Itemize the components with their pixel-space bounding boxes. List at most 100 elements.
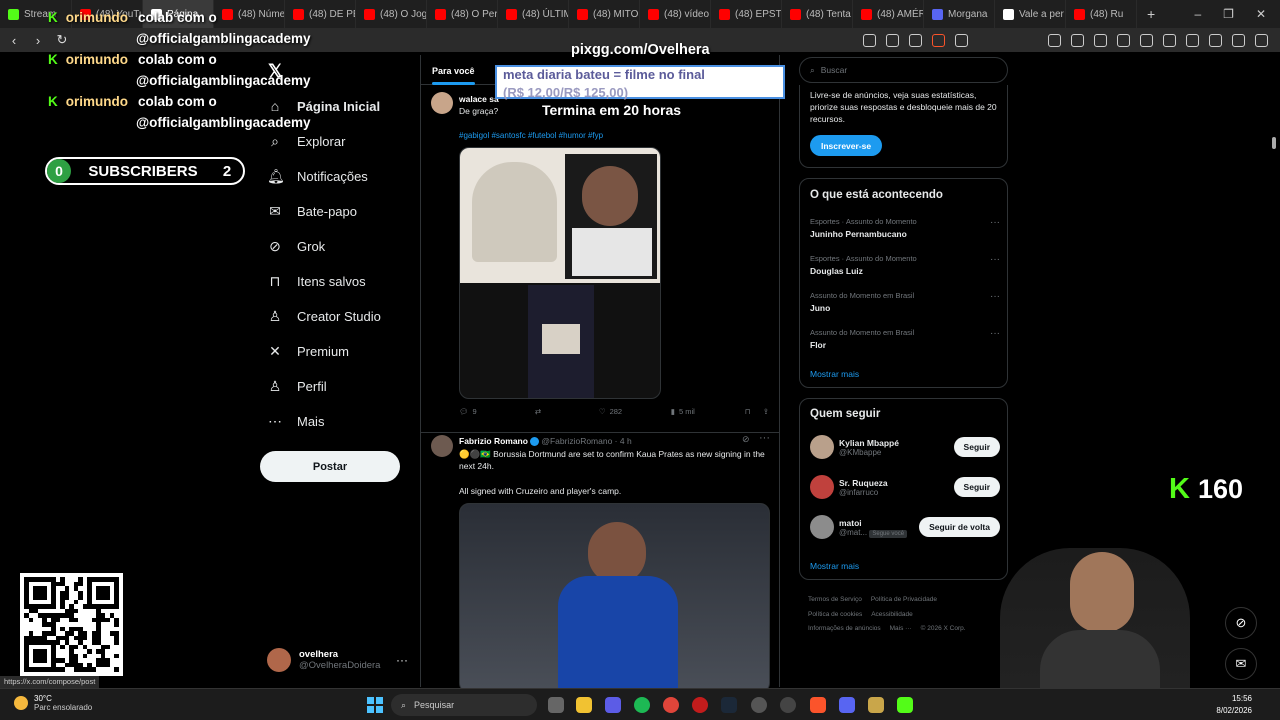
show-more-link[interactable]: Mostrar mais — [810, 561, 859, 571]
browser-tab[interactable]: (48) EPSTE — [711, 0, 782, 28]
follow-suggestion[interactable]: matoi @mat... Segue você Seguir de volta — [810, 515, 1000, 539]
nav-item-creator[interactable]: ♙ Creator Studio — [267, 308, 381, 324]
more-icon[interactable]: ··· — [990, 291, 1000, 302]
wallet-icon[interactable] — [1186, 33, 1199, 47]
minimize-icon[interactable]: – — [1194, 7, 1201, 21]
leo-icon[interactable] — [1209, 33, 1222, 47]
reload-icon[interactable]: ↻ — [52, 32, 72, 48]
steam-icon[interactable] — [721, 697, 737, 713]
footer-link[interactable]: Informações de anúncios — [808, 625, 881, 632]
search-input[interactable]: ⌕ Buscar — [799, 57, 1008, 83]
app-icon[interactable] — [868, 697, 884, 713]
grok-icon[interactable]: ⊘ — [742, 434, 750, 445]
share-icon[interactable] — [909, 33, 922, 47]
browser-tab[interactable]: Vale a per — [995, 0, 1066, 28]
more-icon[interactable]: ··· — [990, 254, 1000, 265]
maximize-icon[interactable]: ❐ — [1223, 7, 1234, 21]
brave-shield-icon[interactable] — [932, 33, 945, 47]
post-button[interactable]: Postar — [260, 451, 400, 482]
more-icon[interactable]: ··· — [990, 217, 1000, 228]
grok-icon[interactable]: ⊘ — [1225, 607, 1257, 639]
kick-icon[interactable] — [897, 697, 913, 713]
browser-tab[interactable]: (48) ÚLTIM — [498, 0, 569, 28]
reply-button[interactable]: 💬︎ 9 — [459, 407, 535, 416]
forward-icon[interactable]: › — [28, 33, 48, 48]
extension-icon[interactable] — [1094, 33, 1107, 47]
trend-item[interactable]: Esportes · Assunto do Momento Douglas Lui… — [810, 254, 1000, 276]
avatar[interactable] — [431, 92, 453, 114]
nav-item-grok[interactable]: ⊘ Grok — [267, 238, 325, 254]
browser-tab[interactable]: (48) MITO — [569, 0, 640, 28]
opera-icon[interactable] — [692, 697, 708, 713]
app-icon[interactable] — [605, 697, 621, 713]
browser-tab[interactable]: (48) O Peri — [427, 0, 498, 28]
browser-tab[interactable]: (48) O Jog — [356, 0, 427, 28]
app-icon[interactable] — [780, 697, 796, 713]
tweet-image[interactable] — [459, 503, 770, 693]
new-tab-button[interactable]: + — [1137, 6, 1165, 22]
rewards-icon[interactable] — [955, 33, 968, 47]
footer-link[interactable]: Termos de Serviço — [808, 596, 862, 603]
follow-button[interactable]: Seguir de volta — [919, 517, 1000, 537]
show-more-link[interactable]: Mostrar mais — [810, 369, 859, 379]
menu-icon[interactable] — [1255, 33, 1268, 47]
browser-tab[interactable]: (48) Núme — [214, 0, 285, 28]
zoom-icon[interactable] — [863, 33, 876, 47]
tweet-hashtags[interactable]: #gabigol #santosfc #futebol #humor #fyp — [459, 131, 603, 140]
sidebar-icon[interactable] — [1163, 33, 1176, 47]
brave-icon[interactable] — [810, 697, 826, 713]
nav-item-x[interactable]: ✕ Premium — [267, 343, 349, 359]
follow-button[interactable]: Seguir — [953, 477, 1000, 497]
browser-tab[interactable]: (48) Tenta — [782, 0, 853, 28]
bookmark-icon[interactable]: ⊓ — [745, 407, 763, 416]
browser-tab[interactable]: (48) DE PE — [285, 0, 356, 28]
trend-item[interactable]: Esportes · Assunto do Momento Juninho Per… — [810, 217, 1000, 239]
back-icon[interactable]: ‹ — [4, 33, 24, 48]
follow-button[interactable]: Seguir — [953, 437, 1000, 457]
weather-widget[interactable]: 30°C Parc ensolarado — [14, 694, 92, 712]
cast-icon[interactable] — [886, 33, 899, 47]
nav-item-more-circle[interactable]: ⋯ Mais — [267, 413, 324, 429]
footer-link[interactable]: Política de cookies — [808, 611, 862, 618]
trend-item[interactable]: Assunto do Momento em Brasil Flor ··· — [810, 328, 1000, 350]
tab-for-you[interactable]: Para você — [432, 66, 475, 85]
extension-icon[interactable] — [1048, 33, 1061, 47]
discord-icon[interactable] — [839, 697, 855, 713]
avatar[interactable] — [431, 435, 453, 457]
footer-link[interactable]: © 2026 X Corp. — [921, 625, 966, 632]
browser-tab[interactable]: (48) Ru — [1066, 0, 1137, 28]
nav-item-home[interactable]: ⌂ Página Inicial — [267, 98, 380, 114]
subscribe-button[interactable]: Inscrever-se — [810, 135, 883, 156]
tweet-author[interactable]: Fabrizio Romano @FabrizioRomano · 4 h — [459, 436, 632, 447]
app-icon[interactable] — [751, 697, 767, 713]
browser-tab[interactable]: Morgana — [924, 0, 995, 28]
spotify-icon[interactable] — [634, 697, 650, 713]
footer-link[interactable]: Acessibilidade — [871, 611, 913, 618]
browser-tab[interactable]: (48) vídeo — [640, 0, 711, 28]
retweet-icon[interactable]: ⇄ — [535, 407, 599, 416]
media-icon[interactable] — [1140, 33, 1153, 47]
nav-item-bookmark[interactable]: ⊓ Itens salvos — [267, 273, 366, 289]
task-view-icon[interactable] — [548, 697, 564, 713]
puzzle-icon[interactable] — [1117, 33, 1130, 47]
footer-link[interactable]: Política de Privacidade — [871, 596, 937, 603]
scrollbar[interactable] — [1271, 57, 1277, 687]
clock[interactable]: 15:56 8/02/2026 — [1208, 693, 1252, 717]
more-icon[interactable]: ··· — [990, 328, 1000, 339]
vpn-icon[interactable] — [1232, 33, 1245, 47]
extension-icon[interactable] — [1071, 33, 1084, 47]
follow-suggestion[interactable]: Sr. Ruqueza @infarruco Seguir — [810, 475, 1000, 499]
views-button[interactable]: ▮ 5 mil — [671, 407, 745, 416]
nav-item-search[interactable]: ⌕ Explorar — [267, 133, 345, 149]
tweet-author[interactable]: walace sa — [459, 94, 499, 104]
nav-item-person[interactable]: ♙ Perfil — [267, 378, 327, 394]
taskbar-search[interactable]: ⌕ Pesquisar — [391, 694, 537, 716]
account-switcher[interactable]: ovelhera @OvelheraDoidera — [267, 648, 380, 672]
share-icon[interactable]: ⇪ — [763, 407, 769, 416]
follow-suggestion[interactable]: Kylian Mbappé @KMbappe Seguir — [810, 435, 1000, 459]
start-button[interactable] — [367, 697, 383, 713]
chrome-icon[interactable] — [663, 697, 679, 713]
account-more-icon[interactable]: ··· — [396, 653, 408, 667]
more-icon[interactable]: ··· — [759, 432, 770, 444]
like-button[interactable]: ♡ 282 — [599, 407, 671, 416]
